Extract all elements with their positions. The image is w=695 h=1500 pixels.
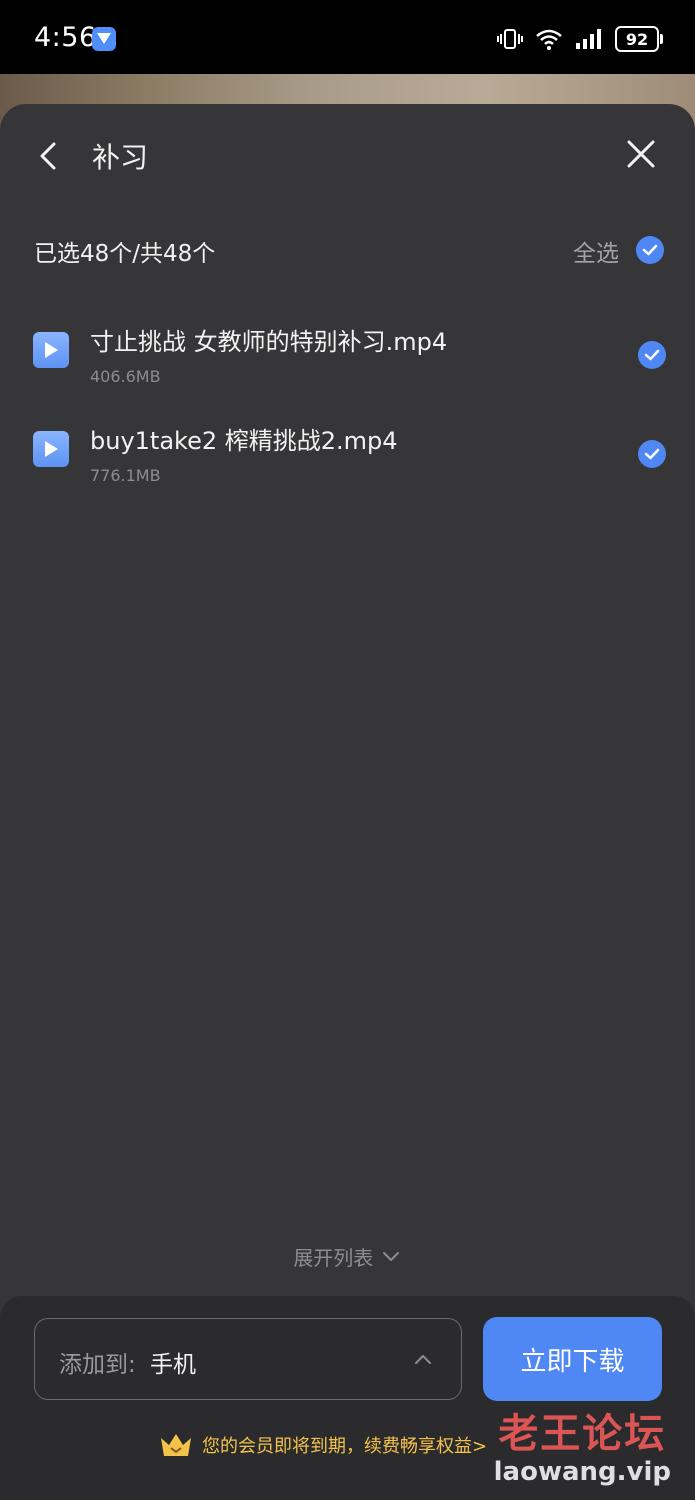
status-time: 4:56 — [34, 22, 97, 53]
video-file-icon — [33, 332, 69, 368]
video-file-icon — [33, 431, 69, 467]
select-all-checkbox[interactable] — [636, 236, 664, 264]
file-checkbox[interactable] — [638, 341, 666, 369]
vibrate-icon — [497, 29, 523, 49]
chevron-left-icon — [40, 142, 56, 170]
expand-list-label: 展开列表 — [293, 1246, 374, 1270]
close-icon — [627, 140, 655, 168]
sheet-header: 补习 — [0, 104, 695, 204]
download-now-button[interactable]: 立即下载 — [483, 1317, 662, 1401]
selection-count: 已选48个/共48个 — [34, 241, 216, 267]
signal-icon — [576, 29, 601, 49]
back-button[interactable] — [30, 136, 70, 176]
select-all-label[interactable]: 全选 — [573, 234, 619, 268]
check-icon — [642, 244, 658, 256]
watermark-en: laowang.vip — [493, 1457, 671, 1487]
vip-notice-text: 您的会员即将到期，续费畅享权益> — [202, 1436, 488, 1457]
expand-list-button[interactable]: 展开列表 — [0, 1242, 695, 1278]
wifi-icon — [536, 29, 562, 50]
chevron-up-icon — [415, 1355, 431, 1364]
watermark-cn: 老王论坛 — [498, 1411, 667, 1457]
status-icons: 92 — [497, 24, 663, 54]
download-sheet: 补习 已选48个/共48个 全选 寸止挑战 女教师的特别补习.mp4 406.6… — [0, 104, 695, 1500]
vip-renewal-notice[interactable]: 您的会员即将到期，续费畅享权益> — [158, 1430, 487, 1460]
app-notification-icon — [92, 27, 116, 51]
file-name: 寸止挑战 女教师的特别补习.mp4 — [90, 328, 448, 356]
check-icon — [644, 349, 660, 361]
battery-level: 92 — [625, 29, 649, 49]
crown-icon — [161, 1434, 191, 1456]
file-item[interactable]: 寸止挑战 女教师的特别补习.mp4 406.6MB — [0, 312, 695, 392]
chevron-down-icon — [382, 1251, 399, 1261]
status-bar: 4:56 92 — [0, 0, 695, 74]
file-checkbox[interactable] — [638, 440, 666, 468]
save-location-value: 手机 — [150, 1352, 196, 1378]
file-name: buy1take2 榨精挑战2.mp4 — [90, 427, 398, 455]
check-icon — [644, 448, 660, 460]
page-title: 补习 — [92, 141, 149, 174]
selection-row: 已选48个/共48个 全选 — [0, 232, 695, 272]
file-item[interactable]: buy1take2 榨精挑战2.mp4 776.1MB — [0, 411, 695, 491]
file-size: 776.1MB — [90, 466, 161, 485]
file-size: 406.6MB — [90, 367, 161, 386]
save-location-selector[interactable]: 添加到: 手机 — [34, 1318, 462, 1400]
watermark: 老王论坛 laowang.vip — [494, 1412, 671, 1488]
save-location-prefix: 添加到: — [59, 1352, 136, 1378]
close-button[interactable] — [623, 136, 659, 172]
battery-icon: 92 — [615, 26, 663, 52]
